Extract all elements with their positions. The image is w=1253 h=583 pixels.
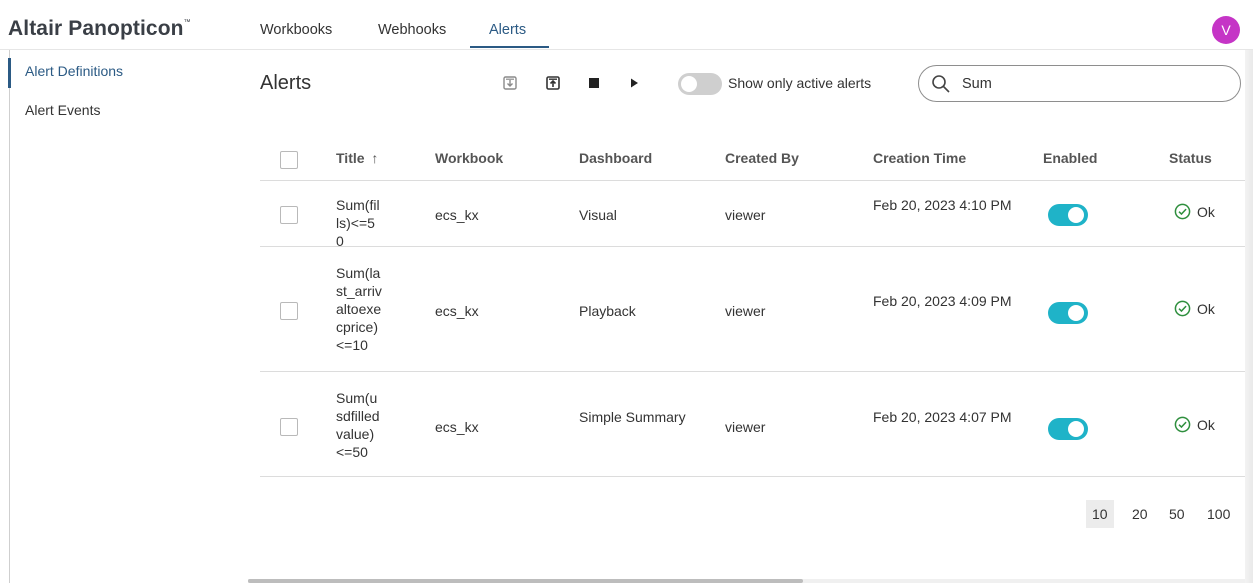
row-divider [260, 371, 1245, 372]
page-title: Alerts [260, 72, 312, 94]
row-checkbox[interactable] [280, 418, 298, 436]
tab-webhooks[interactable]: Webhooks [378, 22, 446, 38]
panel-edge [1245, 50, 1253, 583]
creation-time-cell: Feb 20, 2023 4:09 PM [873, 293, 1012, 309]
status-cell: Ok [1174, 300, 1215, 317]
search-input[interactable] [962, 72, 1222, 96]
column-header-status[interactable]: Status [1169, 150, 1212, 166]
row-checkbox[interactable] [280, 206, 298, 224]
play-icon [631, 78, 638, 88]
stop-icon [589, 78, 599, 88]
alert-title[interactable]: Sum(fills)<=50 [336, 196, 382, 250]
sidebar-item-alert-events[interactable]: Alert Events [25, 102, 100, 118]
switch-knob [1068, 305, 1084, 321]
switch-knob [1068, 207, 1084, 223]
show-active-label: Show only active alerts [728, 75, 872, 91]
creation-time-cell: Feb 20, 2023 4:10 PM [873, 197, 1012, 213]
import-icon [503, 76, 517, 90]
show-active-toggle[interactable] [678, 73, 722, 95]
play-button[interactable] [625, 74, 643, 92]
tab-alerts[interactable]: Alerts [489, 22, 526, 38]
export-button[interactable] [544, 74, 562, 92]
export-icon [546, 76, 560, 90]
created-by-cell: viewer [725, 419, 766, 435]
column-header-enabled[interactable]: Enabled [1043, 150, 1097, 166]
workbook-cell: ecs_kx [435, 303, 479, 319]
active-tab-indicator [470, 46, 549, 48]
trademark-mark: ™ [183, 19, 191, 26]
status-text: Ok [1197, 203, 1215, 220]
brand-name: Altair Panopticon [8, 17, 184, 40]
enabled-switch[interactable] [1048, 204, 1088, 226]
switch-knob [1068, 421, 1084, 437]
row-divider [260, 246, 1245, 247]
column-title-label: Title [336, 150, 365, 166]
dashboard-cell: Playback [579, 303, 636, 319]
sidebar-item-alert-definitions[interactable]: Alert Definitions [25, 63, 123, 79]
status-cell: Ok [1174, 203, 1215, 220]
horizontal-scrollbar-thumb[interactable] [248, 579, 803, 583]
brand-logo: Altair Panopticon™ [8, 17, 191, 41]
workbook-cell: ecs_kx [435, 207, 479, 223]
sidebar-active-indicator [8, 58, 11, 88]
column-header-creation-time[interactable]: Creation Time [873, 150, 966, 166]
dashboard-cell: Simple Summary [579, 409, 686, 425]
tab-workbooks[interactable]: Workbooks [260, 22, 332, 38]
created-by-cell: viewer [725, 303, 766, 319]
toggle-knob [681, 76, 697, 92]
row-checkbox[interactable] [280, 302, 298, 320]
page-size-10[interactable]: 10 [1086, 500, 1114, 528]
stop-button[interactable] [585, 74, 603, 92]
header-divider [260, 180, 1245, 181]
check-circle-icon [1174, 416, 1191, 433]
sort-ascending-icon: ↑ [371, 150, 379, 166]
sidebar-divider [9, 50, 10, 583]
created-by-cell: viewer [725, 207, 766, 223]
status-text: Ok [1197, 300, 1215, 317]
check-circle-icon [1174, 300, 1191, 317]
status-cell: Ok [1174, 416, 1215, 433]
column-header-dashboard[interactable]: Dashboard [579, 150, 652, 166]
alert-title[interactable]: Sum(usdfilledvalue)<=50 [336, 389, 382, 461]
import-button[interactable] [501, 74, 519, 92]
select-all-checkbox[interactable] [280, 151, 298, 169]
alert-title[interactable]: Sum(last_arrivaltoexecprice)<=10 [336, 264, 382, 354]
search-icon [932, 75, 950, 93]
enabled-switch[interactable] [1048, 302, 1088, 324]
check-circle-icon [1174, 203, 1191, 220]
creation-time-cell: Feb 20, 2023 4:07 PM [873, 409, 1012, 425]
search-box[interactable] [918, 65, 1241, 102]
row-divider [260, 476, 1245, 477]
page-size-50[interactable]: 50 [1163, 500, 1191, 528]
enabled-switch[interactable] [1048, 418, 1088, 440]
dashboard-cell: Visual [579, 207, 617, 223]
top-bar: Altair Panopticon™ Workbooks Webhooks Al… [0, 0, 1253, 50]
column-header-title[interactable]: Title ↑ [336, 150, 378, 166]
user-avatar[interactable]: V [1212, 16, 1240, 44]
status-text: Ok [1197, 416, 1215, 433]
page-size-20[interactable]: 20 [1126, 500, 1154, 528]
column-header-created-by[interactable]: Created By [725, 150, 799, 166]
page-size-100[interactable]: 100 [1201, 500, 1236, 528]
workbook-cell: ecs_kx [435, 419, 479, 435]
column-header-workbook[interactable]: Workbook [435, 150, 503, 166]
